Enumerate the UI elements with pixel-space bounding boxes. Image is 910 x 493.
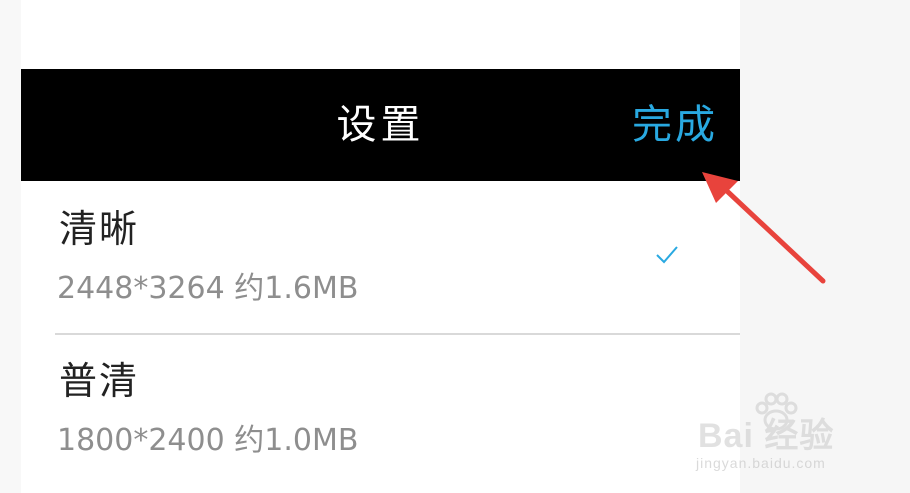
baidu-jingyan-watermark: Bai 经验 jingyan.baidu.com [696,392,896,482]
option-name: 普清 [59,359,140,403]
done-button[interactable]: 完成 [632,99,718,151]
option-detail: 2448*3264 约1.6MB [57,271,359,306]
option-name: 清晰 [59,207,140,251]
left-margin [0,0,21,493]
quality-option-clear[interactable]: 清晰 2448*3264 约1.6MB [21,181,740,335]
settings-header: 设置 完成 [21,69,740,181]
watermark-brand: Bai 经验 [698,417,835,455]
checkmark-icon [656,246,678,264]
watermark-url: jingyan.baidu.com [696,455,826,471]
red-arrow-icon [702,172,826,284]
quality-options-list: 清晰 2448*3264 约1.6MB 普清 1800*2400 约1.0MB [21,181,740,485]
option-detail: 1800*2400 约1.0MB [57,423,359,458]
quality-option-standard[interactable]: 普清 1800*2400 约1.0MB [21,333,740,485]
